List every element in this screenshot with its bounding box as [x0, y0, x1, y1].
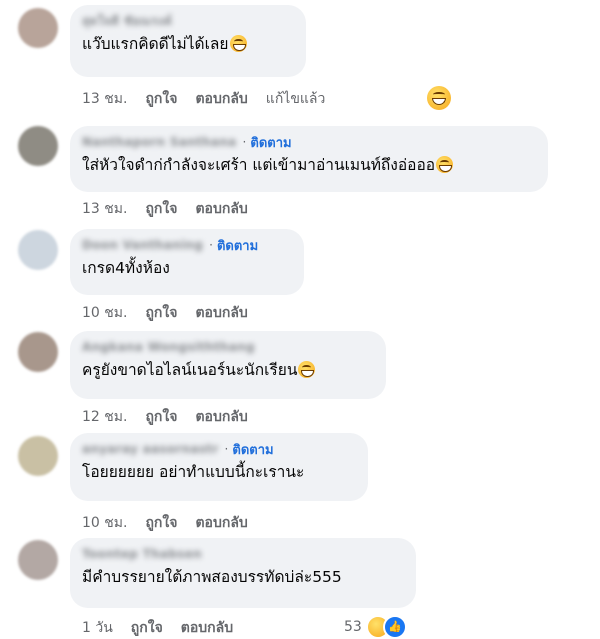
- follow-button[interactable]: ติดตาม: [232, 439, 273, 460]
- like-button[interactable]: ถูกใจ: [145, 302, 177, 324]
- grinning-face-icon: [229, 35, 247, 52]
- author-name[interactable]: สุดใจดี ชัยณรงค์: [82, 12, 172, 31]
- reply-button[interactable]: ตอบกลับ: [181, 617, 233, 639]
- separator-dot: ·: [209, 238, 213, 252]
- comment-bubble: anyaray aasornastr · ติดตาม โอยยยยยย อย่…: [70, 433, 368, 501]
- author-name[interactable]: Toontep Thabsen: [82, 547, 202, 561]
- comment-text: มีคำบรรยายใต้ภาพสองบรรทัดบ่ล่ะ555: [82, 568, 342, 586]
- like-button[interactable]: ถูกใจ: [145, 88, 177, 110]
- comment-bubble: Angkana Wongsiththang ครูยังขาดไอไลน์เนอ…: [70, 331, 386, 399]
- comment-text: โอยยยยยย อย่าทำแบบนี้กะเรานะ: [82, 463, 305, 481]
- grinning-face-icon: [436, 156, 454, 173]
- follow-button[interactable]: ติดตาม: [217, 235, 258, 256]
- avatar[interactable]: [18, 332, 58, 372]
- reply-button[interactable]: ตอบกลับ: [195, 406, 247, 428]
- avatar[interactable]: [18, 230, 58, 270]
- comment-text: ครูยังขาดไอไลน์เนอร์นะนักเรียน: [82, 361, 298, 379]
- comment-actions: 13 ชม. ถูกใจ ตอบกลับ แก้ไขแล้ว: [82, 88, 325, 110]
- comment-text: เกรด4ทั้งห้อง: [82, 259, 170, 277]
- separator-dot: ·: [224, 442, 229, 456]
- comment-actions: 1 วัน ถูกใจ ตอบกลับ: [82, 617, 233, 639]
- reaction-count: 53: [344, 619, 362, 635]
- avatar[interactable]: [18, 436, 58, 476]
- grinning-face-icon: [427, 86, 451, 110]
- timestamp[interactable]: 13 ชม.: [82, 198, 127, 220]
- comment-bubble: Toontep Thabsen มีคำบรรยายใต้ภาพสองบรรทั…: [70, 538, 416, 608]
- author-name[interactable]: Nanthaporn Santhana: [82, 135, 237, 149]
- like-button[interactable]: ถูกใจ: [145, 198, 177, 220]
- comment-actions: 13 ชม. ถูกใจ ตอบกลับ: [82, 198, 248, 220]
- comment-bubble: Nanthaporn Santhana · ติดตาม ใส่หัวใจดำก…: [70, 126, 548, 192]
- follow-button[interactable]: ติดตาม: [250, 132, 291, 153]
- edited-label[interactable]: แก้ไขแล้ว: [266, 88, 326, 110]
- author-name[interactable]: anyaray aasornastr: [82, 442, 219, 456]
- like-button[interactable]: ถูกใจ: [131, 617, 163, 639]
- timestamp[interactable]: 12 ชม.: [82, 406, 127, 428]
- like-button[interactable]: ถูกใจ: [145, 406, 177, 428]
- timestamp[interactable]: 10 ชม.: [82, 302, 127, 324]
- comment-bubble: Doon Vanthaning · ติดตาม เกรด4ทั้งห้อง: [70, 229, 304, 295]
- separator-dot: ·: [242, 135, 247, 149]
- timestamp[interactable]: 13 ชม.: [82, 88, 127, 110]
- reply-button[interactable]: ตอบกลับ: [195, 198, 247, 220]
- like-reaction-icon: 👍: [382, 615, 407, 639]
- comment-actions: 10 ชม. ถูกใจ ตอบกลับ: [82, 512, 248, 534]
- comment-text: ใส่หัวใจดำก่กำลังจะเศร้า แต่เข้ามาอ่านเม…: [82, 156, 436, 174]
- comment-actions: 12 ชม. ถูกใจ ตอบกลับ: [82, 406, 248, 428]
- avatar[interactable]: [18, 8, 58, 48]
- comment-text: แว๊บแรกคิดดีไม่ได้เลย: [82, 35, 229, 53]
- reply-button[interactable]: ตอบกลับ: [195, 302, 247, 324]
- comment-bubble: สุดใจดี ชัยณรงค์ แว๊บแรกคิดดีไม่ได้เลย: [70, 5, 306, 77]
- avatar[interactable]: [18, 126, 58, 166]
- like-button[interactable]: ถูกใจ: [145, 512, 177, 534]
- comment-actions: 10 ชม. ถูกใจ ตอบกลับ: [82, 302, 248, 324]
- reaction-summary[interactable]: 53 👍: [344, 615, 407, 639]
- author-name[interactable]: Doon Vanthaning: [82, 238, 203, 252]
- avatar[interactable]: [18, 540, 58, 580]
- grinning-face-icon: [298, 361, 316, 378]
- reply-button[interactable]: ตอบกลับ: [195, 512, 247, 534]
- author-name[interactable]: Angkana Wongsiththang: [82, 340, 255, 354]
- timestamp[interactable]: 1 วัน: [82, 617, 113, 639]
- timestamp[interactable]: 10 ชม.: [82, 512, 127, 534]
- reply-button[interactable]: ตอบกลับ: [195, 88, 247, 110]
